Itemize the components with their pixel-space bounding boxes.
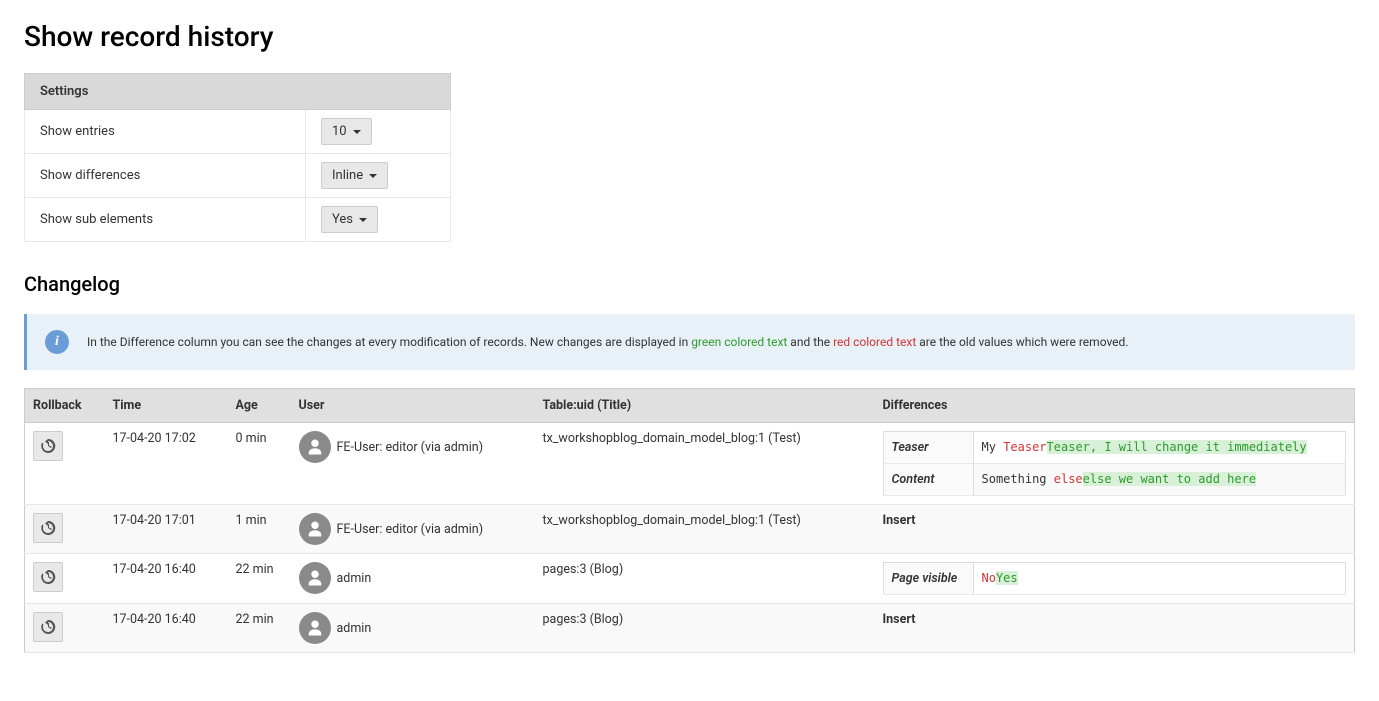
user-icon bbox=[305, 519, 325, 539]
user-cell: FE-User: editor (via admin) bbox=[299, 431, 527, 463]
rollback-button[interactable] bbox=[33, 562, 63, 592]
col-differences: Differences bbox=[875, 389, 1355, 423]
chevron-down-icon bbox=[353, 130, 361, 134]
changelog-heading: Changelog bbox=[24, 272, 1355, 296]
col-table-uid: Table:uid (Title) bbox=[535, 389, 875, 423]
user-name: FE-User: editor (via admin) bbox=[337, 522, 484, 537]
diff-value: Something elseelse we want to add here bbox=[973, 464, 1346, 496]
chevron-down-icon bbox=[359, 218, 367, 222]
dropdown-value: Yes bbox=[332, 212, 353, 227]
green-text-hint: green colored text bbox=[691, 335, 787, 349]
user-cell: FE-User: editor (via admin) bbox=[299, 513, 527, 545]
avatar bbox=[299, 431, 331, 463]
red-text-hint: red colored text bbox=[833, 335, 916, 349]
changelog-table: Rollback Time Age User Table:uid (Title)… bbox=[24, 388, 1355, 653]
history-icon bbox=[40, 569, 56, 585]
rollback-button[interactable] bbox=[33, 513, 63, 543]
user-cell: admin bbox=[299, 562, 527, 594]
diff-value: NoYes bbox=[973, 563, 1346, 595]
settings-header: Settings bbox=[25, 74, 451, 110]
history-icon bbox=[40, 520, 56, 536]
table-row: 17-04-20 17:01 1 min FE-User: editor (vi… bbox=[25, 505, 1355, 554]
diff-old: Teaser bbox=[1003, 440, 1046, 454]
col-rollback: Rollback bbox=[25, 389, 105, 423]
table-row: 17-04-20 17:02 0 min FE-User: editor (vi… bbox=[25, 423, 1355, 505]
settings-label: Show differences bbox=[25, 154, 306, 198]
cell-time: 17-04-20 16:40 bbox=[105, 604, 228, 653]
cell-age: 22 min bbox=[228, 604, 291, 653]
avatar bbox=[299, 562, 331, 594]
user-icon bbox=[305, 437, 325, 457]
chevron-down-icon bbox=[369, 174, 377, 178]
cell-time: 17-04-20 16:40 bbox=[105, 554, 228, 604]
page-title: Show record history bbox=[24, 20, 1355, 53]
diff-new: Teaser, I will change it immediately bbox=[1047, 440, 1307, 454]
diff-field: Page visible bbox=[883, 563, 973, 595]
diff-table: Page visible NoYes bbox=[883, 562, 1347, 595]
diff-value: My TeaserTeaser, I will change it immedi… bbox=[973, 432, 1346, 464]
settings-dropdown-1[interactable]: Inline bbox=[321, 162, 388, 189]
user-name: admin bbox=[337, 621, 372, 636]
avatar bbox=[299, 513, 331, 545]
cell-time: 17-04-20 17:01 bbox=[105, 505, 228, 554]
diff-old: No bbox=[982, 571, 996, 585]
diff-text: Insert bbox=[883, 612, 916, 627]
rollback-button[interactable] bbox=[33, 612, 63, 642]
dropdown-value: 10 bbox=[332, 124, 347, 139]
col-user: User bbox=[291, 389, 535, 423]
user-name: FE-User: editor (via admin) bbox=[337, 440, 484, 455]
diff-table: Teaser My TeaserTeaser, I will change it… bbox=[883, 431, 1347, 496]
rollback-button[interactable] bbox=[33, 431, 63, 461]
user-icon bbox=[305, 618, 325, 638]
info-icon: i bbox=[45, 330, 69, 354]
cell-time: 17-04-20 17:02 bbox=[105, 423, 228, 505]
history-icon bbox=[40, 619, 56, 635]
table-row: 17-04-20 16:40 22 min admin pages:3 (Blo… bbox=[25, 554, 1355, 604]
settings-label: Show entries bbox=[25, 110, 306, 154]
info-text: In the Difference column you can see the… bbox=[87, 335, 1128, 349]
settings-dropdown-2[interactable]: Yes bbox=[321, 206, 378, 233]
col-time: Time bbox=[105, 389, 228, 423]
diff-old: else bbox=[1054, 472, 1083, 486]
cell-age: 1 min bbox=[228, 505, 291, 554]
cell-table-uid: tx_workshopblog_domain_model_blog:1 (Tes… bbox=[535, 505, 875, 554]
diff-text: Insert bbox=[883, 513, 916, 528]
cell-table-uid: pages:3 (Blog) bbox=[535, 604, 875, 653]
avatar bbox=[299, 612, 331, 644]
settings-table: Settings Show entries 10 Show difference… bbox=[24, 73, 451, 242]
history-icon bbox=[40, 438, 56, 454]
settings-label: Show sub elements bbox=[25, 198, 306, 242]
col-age: Age bbox=[228, 389, 291, 423]
cell-age: 22 min bbox=[228, 554, 291, 604]
user-name: admin bbox=[337, 571, 372, 586]
settings-dropdown-0[interactable]: 10 bbox=[321, 118, 372, 145]
cell-table-uid: pages:3 (Blog) bbox=[535, 554, 875, 604]
info-alert: i In the Difference column you can see t… bbox=[24, 314, 1355, 370]
diff-new: Yes bbox=[996, 571, 1018, 585]
diff-field: Teaser bbox=[883, 432, 973, 464]
dropdown-value: Inline bbox=[332, 168, 363, 183]
user-cell: admin bbox=[299, 612, 527, 644]
table-row: 17-04-20 16:40 22 min admin pages:3 (Blo… bbox=[25, 604, 1355, 653]
cell-age: 0 min bbox=[228, 423, 291, 505]
user-icon bbox=[305, 568, 325, 588]
diff-field: Content bbox=[883, 464, 973, 496]
cell-table-uid: tx_workshopblog_domain_model_blog:1 (Tes… bbox=[535, 423, 875, 505]
diff-new: else we want to add here bbox=[1083, 472, 1256, 486]
